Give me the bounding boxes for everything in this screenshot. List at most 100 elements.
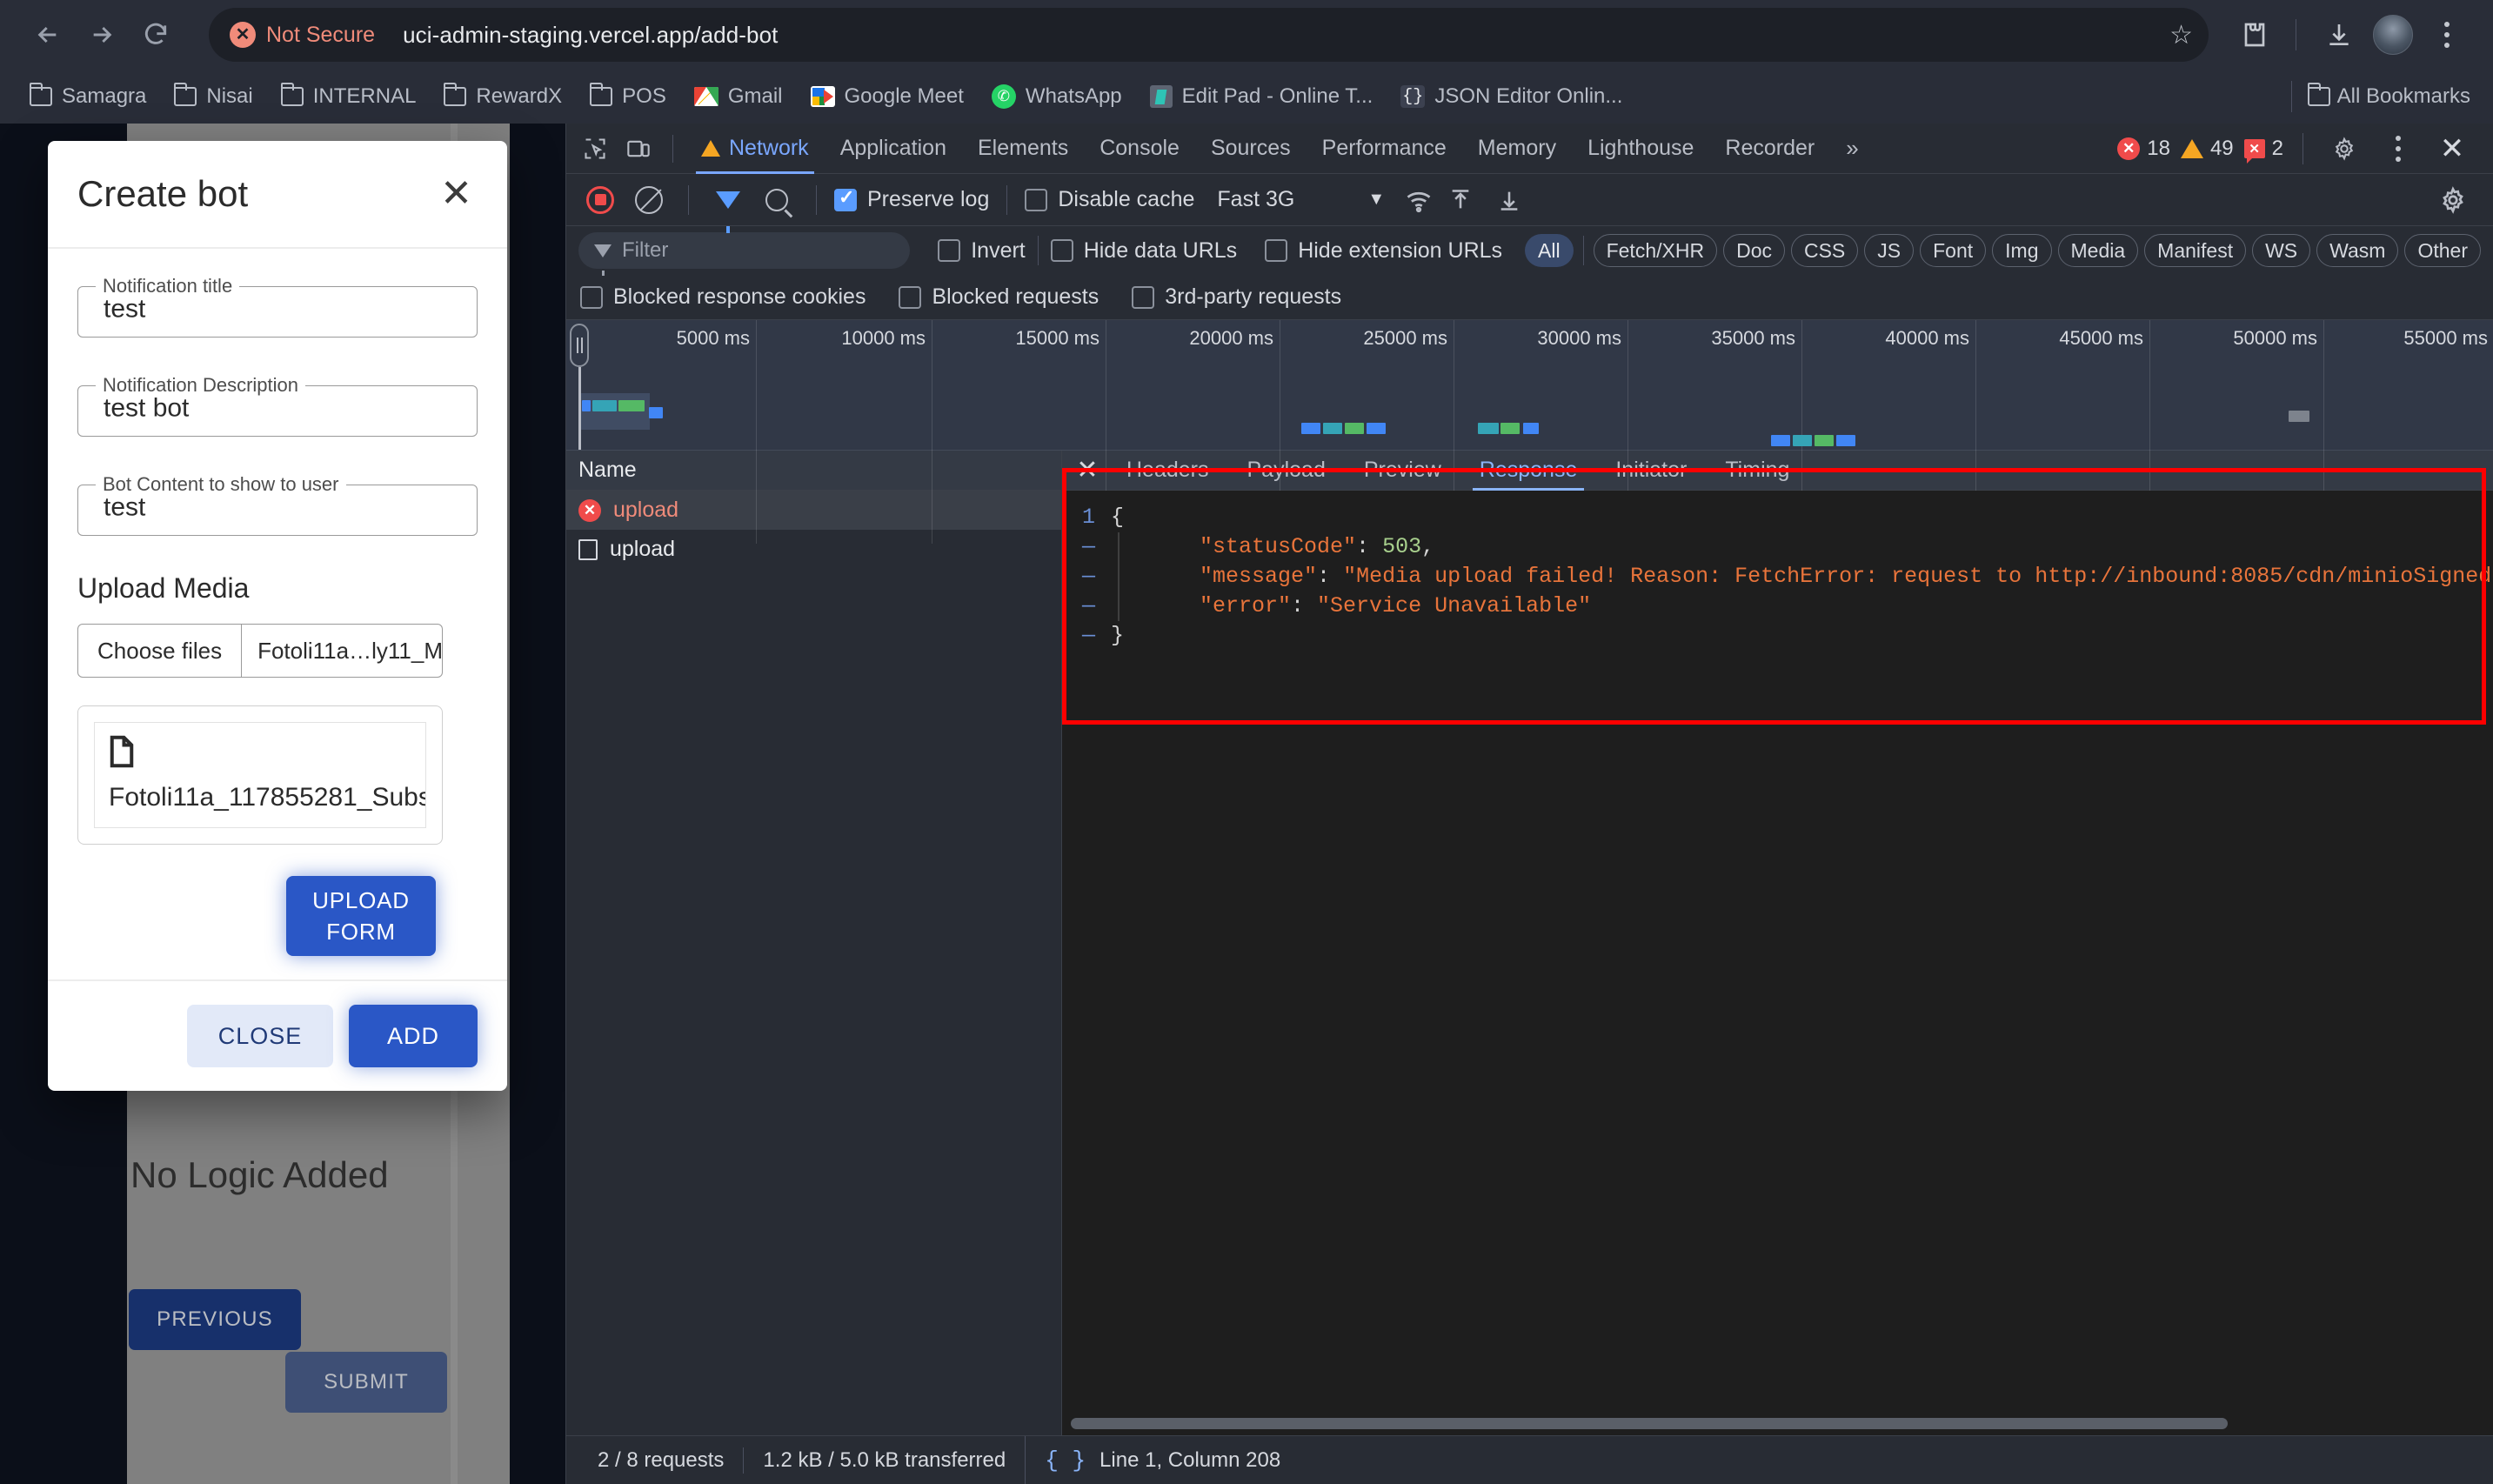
network-overview-timeline[interactable]: 5000 ms 10000 ms 15000 ms 20000 ms 25000… bbox=[566, 320, 2493, 544]
devtools-menu-button[interactable] bbox=[2376, 129, 2420, 169]
clear-button[interactable] bbox=[627, 180, 671, 220]
preserve-log-checkbox[interactable]: Preserve log bbox=[834, 186, 989, 212]
not-secure-chip[interactable]: ✕ Not Secure bbox=[221, 17, 391, 53]
file-input[interactable]: Choose files Fotoli11a…ly11_M.jpg bbox=[77, 624, 443, 678]
timeline-drag-handle[interactable] bbox=[570, 324, 589, 367]
pretty-print-icon[interactable]: { } bbox=[1045, 1447, 1086, 1474]
submit-button[interactable]: SUBMIT bbox=[285, 1352, 447, 1413]
tab-headers[interactable]: Headers bbox=[1107, 451, 1228, 491]
export-har-icon[interactable] bbox=[1487, 180, 1531, 220]
type-filter-fetch-xhr[interactable]: Fetch/XHR bbox=[1593, 234, 1718, 267]
throttling-select[interactable]: Fast 3G bbox=[1217, 187, 1294, 212]
filter-input[interactable]: Filter bbox=[578, 232, 911, 276]
close-devtools-icon[interactable]: ✕ bbox=[2430, 129, 2474, 169]
tab-preview[interactable]: Preview bbox=[1345, 451, 1460, 491]
tab-sources[interactable]: Sources bbox=[1195, 124, 1307, 174]
close-button[interactable]: CLOSE bbox=[187, 1005, 333, 1067]
bookmark-gmail[interactable]: Gmail bbox=[682, 79, 795, 114]
search-icon[interactable] bbox=[755, 180, 799, 220]
type-filter-css[interactable]: CSS bbox=[1790, 234, 1859, 267]
tab-performance[interactable]: Performance bbox=[1307, 124, 1462, 174]
avatar[interactable] bbox=[2373, 15, 2413, 55]
add-button[interactable]: ADD bbox=[349, 1005, 478, 1067]
reload-button[interactable] bbox=[129, 8, 183, 62]
table-row[interactable]: ✕ upload bbox=[566, 491, 1061, 530]
extensions-icon[interactable] bbox=[2228, 10, 2278, 60]
type-filter-font[interactable]: Font bbox=[1920, 234, 1987, 267]
tab-recorder[interactable]: Recorder bbox=[1709, 124, 1830, 174]
blocked-response-cookies-checkbox[interactable]: Blocked response cookies bbox=[580, 284, 866, 310]
type-filter-media[interactable]: Media bbox=[2057, 234, 2139, 267]
bookmark-pos[interactable]: POS bbox=[578, 79, 678, 114]
type-filter-all[interactable]: All bbox=[1525, 234, 1574, 267]
all-bookmarks-button[interactable]: All Bookmarks bbox=[2282, 81, 2476, 112]
choose-files-button[interactable]: Choose files bbox=[78, 625, 243, 677]
warning-count-badge[interactable]: 49 bbox=[2180, 137, 2234, 161]
bookmark-google-meet[interactable]: Google Meet bbox=[799, 79, 976, 114]
third-party-requests-checkbox[interactable]: 3rd-party requests bbox=[1132, 284, 1341, 310]
import-har-icon[interactable] bbox=[1439, 180, 1482, 220]
bot-content-field[interactable]: Bot Content to show to user test bbox=[77, 473, 478, 536]
back-button[interactable] bbox=[21, 8, 75, 62]
error-count-badge[interactable]: ✕ 18 bbox=[2117, 137, 2170, 161]
bookmark-nisai[interactable]: Nisai bbox=[162, 79, 264, 114]
request-list-header[interactable]: Name bbox=[566, 451, 1061, 491]
chevron-down-icon[interactable]: ▼ bbox=[1367, 190, 1385, 210]
invert-checkbox[interactable]: Invert bbox=[938, 238, 1026, 264]
previous-button[interactable]: PREVIOUS bbox=[129, 1289, 301, 1350]
type-filter-js[interactable]: JS bbox=[1864, 234, 1915, 267]
hide-extension-urls-checkbox[interactable]: Hide extension URLs bbox=[1265, 238, 1502, 264]
close-icon[interactable]: ✕ bbox=[440, 175, 472, 213]
tab-lighthouse[interactable]: Lighthouse bbox=[1572, 124, 1709, 174]
more-tabs-button[interactable]: » bbox=[1830, 124, 1874, 174]
bookmark-edit-pad[interactable]: Edit Pad - Online T... bbox=[1138, 79, 1386, 114]
horizontal-scrollbar[interactable] bbox=[1071, 1418, 2228, 1429]
network-conditions-icon[interactable] bbox=[1404, 188, 1434, 212]
inspect-element-icon[interactable] bbox=[573, 129, 617, 169]
request-detail-pane: ✕ Headers Payload Preview Response Initi… bbox=[1062, 451, 2493, 1435]
settings-gear-icon[interactable] bbox=[2323, 129, 2366, 169]
type-filter-ws[interactable]: WS bbox=[2252, 234, 2311, 267]
tab-memory[interactable]: Memory bbox=[1462, 124, 1572, 174]
forward-button[interactable] bbox=[75, 8, 129, 62]
type-filter-manifest[interactable]: Manifest bbox=[2144, 234, 2247, 267]
downloads-icon[interactable] bbox=[2314, 10, 2364, 60]
type-filter-img[interactable]: Img bbox=[1992, 234, 2052, 267]
blocked-requests-checkbox[interactable]: Blocked requests bbox=[899, 284, 1099, 310]
tab-application[interactable]: Application bbox=[825, 124, 962, 174]
bookmark-internal[interactable]: INTERNAL bbox=[269, 79, 429, 114]
network-settings-gear-icon[interactable] bbox=[2437, 180, 2481, 220]
type-filter-wasm[interactable]: Wasm bbox=[2316, 234, 2399, 267]
tab-console[interactable]: Console bbox=[1084, 124, 1195, 174]
notification-title-field[interactable]: Notification title test bbox=[77, 275, 478, 338]
bookmark-rewardx[interactable]: RewardX bbox=[431, 79, 574, 114]
tab-payload[interactable]: Payload bbox=[1228, 451, 1345, 491]
chrome-menu-button[interactable] bbox=[2422, 10, 2472, 60]
table-row[interactable]: upload bbox=[566, 530, 1061, 569]
response-body-viewer[interactable]: 1 { — "statusCode": 503, — "message": "M bbox=[1062, 491, 2493, 1413]
type-filter-other[interactable]: Other bbox=[2404, 234, 2481, 267]
hide-data-urls-checkbox[interactable]: Hide data URLs bbox=[1050, 238, 1237, 264]
bookmark-json-editor[interactable]: {} JSON Editor Onlin... bbox=[1388, 79, 1634, 114]
tab-timing[interactable]: Timing bbox=[1706, 451, 1808, 491]
filter-toggle-icon[interactable] bbox=[706, 180, 750, 233]
bookmark-whatsapp[interactable]: ✆ WhatsApp bbox=[979, 79, 1134, 114]
tab-elements[interactable]: Elements bbox=[962, 124, 1084, 174]
file-icon bbox=[109, 735, 135, 772]
disable-cache-checkbox[interactable]: Disable cache bbox=[1025, 187, 1194, 212]
type-filter-doc[interactable]: Doc bbox=[1723, 234, 1785, 267]
bookmark-star-icon[interactable]: ☆ bbox=[2169, 20, 2200, 50]
tab-initiator[interactable]: Initiator bbox=[1596, 451, 1706, 491]
close-detail-icon[interactable]: ✕ bbox=[1067, 455, 1107, 485]
tab-response[interactable]: Response bbox=[1460, 451, 1597, 491]
upload-form-button[interactable]: UPLOAD FORM bbox=[286, 876, 436, 956]
record-button[interactable] bbox=[578, 180, 622, 220]
device-toolbar-icon[interactable] bbox=[617, 129, 660, 169]
request-name: upload bbox=[610, 537, 676, 561]
notification-description-field[interactable]: Notification Description test bot bbox=[77, 374, 478, 437]
address-bar[interactable]: ✕ Not Secure uci-admin-staging.vercel.ap… bbox=[209, 8, 2209, 62]
timeline-selection[interactable] bbox=[578, 393, 650, 430]
tab-network[interactable]: Network bbox=[685, 124, 825, 174]
issues-count-badge[interactable]: ✕ 2 bbox=[2243, 137, 2283, 164]
bookmark-samagra[interactable]: Samagra bbox=[17, 79, 158, 114]
